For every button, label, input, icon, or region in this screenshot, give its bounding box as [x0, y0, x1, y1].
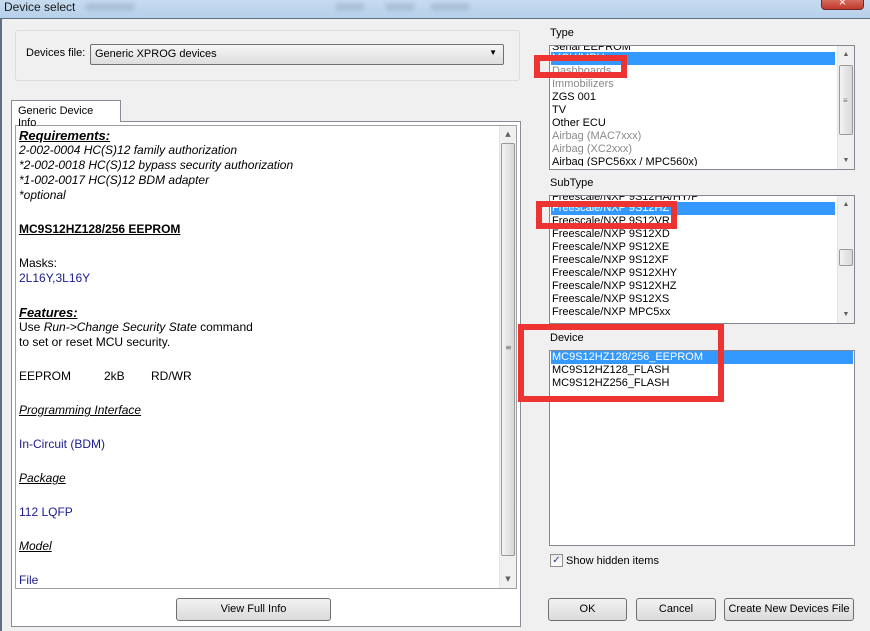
type-list-item[interactable]: TV: [551, 104, 835, 117]
programming-interface-label: Programming Interface: [19, 403, 142, 417]
subtype-list-item[interactable]: Freescale/NXP 9S12XHZ: [551, 280, 835, 293]
features-text: command: [196, 320, 253, 334]
programming-interface-value: In-Circuit (BDM): [19, 437, 105, 451]
type-items: Serial EEPROM MCU/MPU Dashboards Immobilize…: [551, 46, 835, 166]
scroll-up-icon[interactable]: ▲: [838, 196, 854, 213]
type-list-item[interactable]: MCU/MPU: [551, 52, 835, 65]
scroll-down-icon[interactable]: ▼: [500, 571, 516, 588]
type-listbox[interactable]: Serial EEPROM MCU/MPU Dashboards Immobilize…: [549, 45, 855, 170]
type-list-item[interactable]: Dashboards: [551, 65, 835, 78]
create-new-devices-file-button[interactable]: Create New Devices File: [724, 598, 854, 621]
type-list-item[interactable]: Airbag (MAC7xxx): [551, 130, 835, 143]
masks-value: 2L16Y,3L16Y: [19, 271, 91, 285]
features-text: Use: [19, 320, 44, 334]
grip-icon: ≡: [843, 96, 848, 105]
scroll-up-icon[interactable]: ▲: [500, 126, 516, 143]
scroll-down-icon[interactable]: ▼: [838, 306, 854, 323]
model-value: File: [19, 573, 39, 587]
subtype-list-item[interactable]: Freescale/NXP 9S12XF: [551, 254, 835, 267]
requirements-header: Requirements:: [19, 128, 111, 143]
subtype-scrollbar[interactable]: ▲ ▼: [837, 196, 854, 323]
ok-button[interactable]: OK: [548, 598, 627, 621]
memory-row: EEPROM 2kB RD/WR: [19, 369, 497, 384]
memory-name: EEPROM: [19, 369, 72, 383]
subtype-list-item[interactable]: Freescale/NXP 9S12XD: [551, 228, 835, 241]
subtype-list-item[interactable]: Freescale/NXP 9S12XS: [551, 293, 835, 306]
scroll-down-icon[interactable]: ▼: [838, 152, 854, 169]
device-list-item[interactable]: MC9S12HZ256_FLASH: [551, 377, 853, 390]
devices-file-value: Generic XPROG devices: [95, 48, 217, 60]
devices-file-dropdown[interactable]: Generic XPROG devices ▼: [90, 44, 504, 65]
type-scrollbar[interactable]: ▲ ≡ ▼: [837, 46, 854, 169]
memory-size: 2kB: [104, 369, 125, 383]
close-button[interactable]: ×: [821, 0, 864, 10]
device-items: MC9S12HZ128/256_EEPROM MC9S12HZ128_FLASH M…: [551, 351, 853, 390]
device-list-item[interactable]: MC9S12HZ128_FLASH: [551, 364, 853, 377]
subtype-list-item[interactable]: Freescale/NXP 9S12XHY: [551, 267, 835, 280]
window-title: Device select: [4, 0, 76, 14]
masks-label: Masks:: [19, 256, 58, 270]
tab-generic-device-info[interactable]: Generic Device Info: [11, 100, 121, 129]
title-bar: Device select ×: [0, 0, 870, 19]
subtype-list-item[interactable]: Freescale/NXP 9S12HZ: [551, 202, 835, 215]
blurred-region: [335, 3, 365, 11]
type-label: Type: [550, 27, 574, 39]
requirement-item: *2-002-0018 HC(S)12 bypass security auth…: [19, 158, 294, 172]
type-list-item[interactable]: Airbag (XC2xxx): [551, 143, 835, 156]
device-info-viewer: Requirements: 2-002-0004 HC(S)12 family …: [15, 125, 517, 589]
type-list-item[interactable]: Airbag (SPC56xx / MPC560x): [551, 156, 835, 166]
close-icon: ×: [838, 0, 847, 8]
requirement-item: 2-002-0004 HC(S)12 family authorization: [19, 143, 238, 157]
checkbox-icon[interactable]: ✓: [550, 554, 563, 567]
type-list-item[interactable]: Immobilizers: [551, 78, 835, 91]
grip-icon: ≡: [505, 343, 512, 352]
model-label: Model: [19, 539, 52, 553]
blurred-region: [430, 3, 470, 11]
requirement-item: *1-002-0017 HC(S)12 BDM adapter: [19, 173, 210, 187]
scrollbar-thumb[interactable]: [839, 249, 853, 266]
show-hidden-label: Show hidden items: [566, 554, 659, 567]
scroll-up-icon[interactable]: ▲: [838, 46, 854, 63]
type-list-item[interactable]: Other ECU: [551, 117, 835, 130]
device-listbox[interactable]: MC9S12HZ128/256_EEPROM MC9S12HZ128_FLASH M…: [549, 350, 855, 546]
cancel-button[interactable]: Cancel: [636, 598, 716, 621]
info-scrollbar[interactable]: ▲ ≡ ▼: [499, 126, 516, 588]
subtype-items: Freescale/NXP 9S12HA/HY/P Freescale/NXP 9…: [551, 196, 835, 316]
subtype-list-item[interactable]: Freescale/NXP 9S12VR: [551, 215, 835, 228]
subtype-listbox[interactable]: Freescale/NXP 9S12HA/HY/P Freescale/NXP 9…: [549, 195, 855, 324]
features-header: Features:: [19, 305, 78, 320]
scrollbar-thumb[interactable]: ≡: [501, 143, 515, 556]
memory-access: RD/WR: [151, 369, 192, 383]
subtype-label: SubType: [550, 177, 594, 189]
show-hidden-items-checkbox[interactable]: ✓ Show hidden items: [550, 554, 659, 567]
device-title: MC9S12HZ128/256 EEPROM: [19, 222, 181, 236]
blurred-region: [385, 3, 415, 11]
devices-file-label: Devices file:: [26, 47, 86, 59]
blurred-region: [85, 3, 135, 11]
requirement-item: *optional: [19, 188, 66, 202]
device-list-item[interactable]: MC9S12HZ128/256_EEPROM: [551, 351, 853, 364]
type-list-item[interactable]: ZGS 001: [551, 91, 835, 104]
device-info-content: Requirements: 2-002-0004 HC(S)12 family …: [19, 128, 497, 588]
chevron-down-icon: ▼: [489, 48, 497, 57]
features-line-1: Use Run->Change Security State command: [19, 320, 497, 335]
package-value: 112 LQFP: [19, 505, 73, 519]
view-full-info-button[interactable]: View Full Info: [176, 598, 331, 621]
device-label: Device: [550, 332, 584, 344]
subtype-list-item[interactable]: Freescale/NXP MPC5xx: [551, 306, 835, 316]
features-line-2: to set or reset MCU security.: [19, 335, 171, 349]
command-name: Run->Change Security State: [43, 320, 197, 334]
scrollbar-thumb[interactable]: ≡: [839, 65, 853, 135]
subtype-list-item[interactable]: Freescale/NXP 9S12XE: [551, 241, 835, 254]
package-label: Package: [19, 471, 66, 485]
